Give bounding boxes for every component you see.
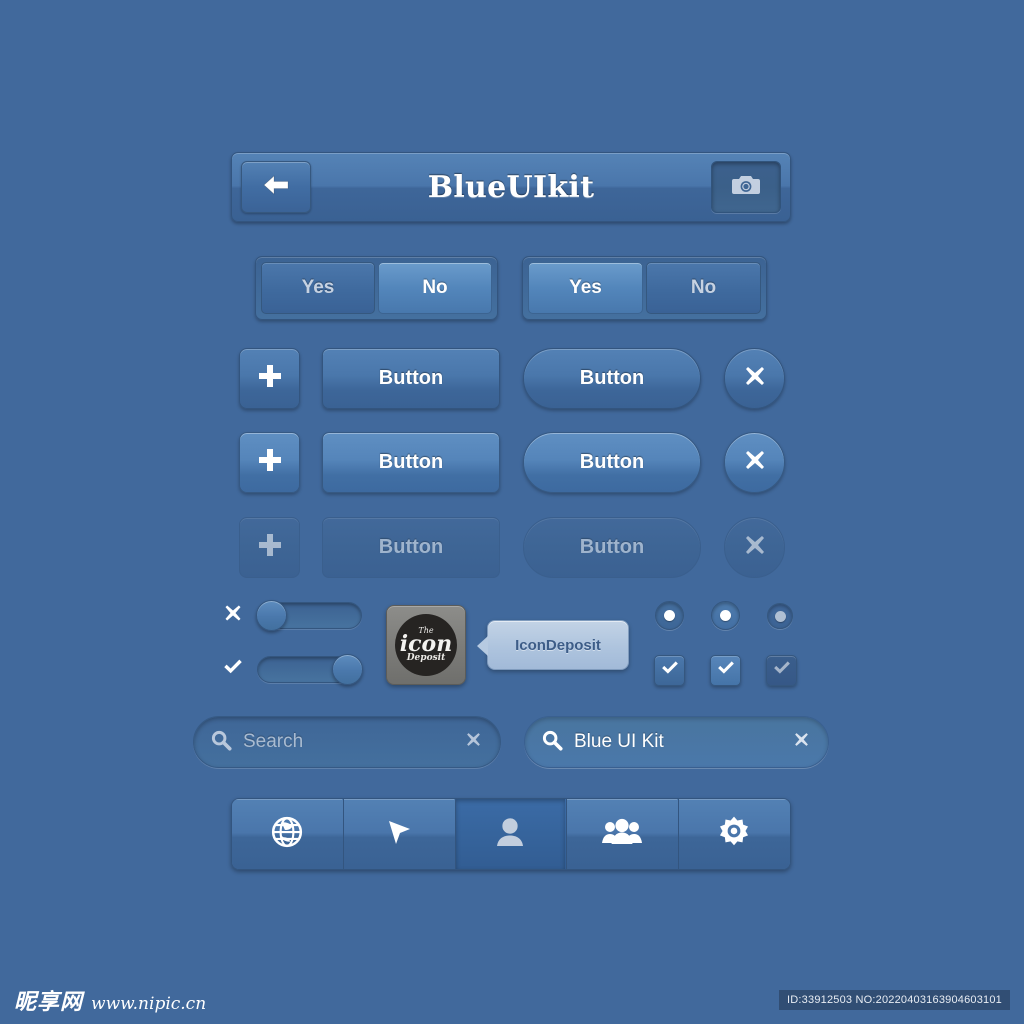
- pill-button: Button: [523, 517, 701, 578]
- checkbox-normal[interactable]: [654, 655, 685, 686]
- camera-icon: [731, 173, 761, 202]
- radio-dot-icon: [774, 610, 786, 622]
- button-row-hover: Button Button: [0, 432, 1024, 494]
- segment-no[interactable]: No: [378, 262, 492, 314]
- close-button: [724, 517, 785, 578]
- radio-dot-icon: [720, 610, 731, 621]
- check-icon: [716, 659, 736, 682]
- cross-icon: [222, 603, 244, 628]
- icondeposit-logo: The icon Deposit: [386, 605, 466, 685]
- close-button[interactable]: [724, 348, 785, 409]
- watermark-id: ID:33912503 NO:20220403163904603101: [779, 990, 1010, 1010]
- watermark-brand: 昵享网 www.nipic.cn: [14, 984, 206, 1016]
- toggle-off-row: [222, 600, 362, 631]
- rect-button[interactable]: Button: [322, 348, 500, 409]
- search-value: Blue UI Kit: [574, 731, 664, 752]
- back-button[interactable]: [241, 161, 311, 213]
- tooltip-label: IconDeposit: [515, 636, 601, 654]
- toggle-knob[interactable]: [332, 654, 363, 685]
- radio-button-disabled: [767, 603, 793, 629]
- tooltip-bubble: IconDeposit: [477, 620, 629, 670]
- segmented-control-right: Yes No: [522, 256, 767, 320]
- pill-button[interactable]: Button: [523, 348, 701, 409]
- plus-icon: [257, 532, 283, 563]
- tab-group[interactable]: [566, 799, 679, 869]
- button-row-disabled: Button Button: [0, 517, 1024, 579]
- page-title: BlueUIkit: [427, 169, 595, 205]
- segment-yes[interactable]: Yes: [261, 262, 375, 314]
- logo-disc: The icon Deposit: [395, 614, 457, 676]
- title-bar: BlueUIkit: [231, 152, 791, 222]
- watermark-url: www.nipic.cn: [91, 994, 207, 1014]
- pill-button[interactable]: Button: [523, 432, 701, 493]
- group-icon: [602, 817, 643, 852]
- plus-icon: [257, 447, 283, 478]
- toggle-switch-on[interactable]: [257, 654, 363, 685]
- check-icon: [772, 659, 792, 682]
- check-icon: [660, 659, 680, 682]
- tab-settings[interactable]: [678, 799, 790, 869]
- toggle-on-row: [222, 654, 363, 685]
- radio-button-hover[interactable]: [711, 601, 740, 630]
- plus-icon: [257, 363, 283, 394]
- add-button[interactable]: [239, 348, 300, 409]
- close-icon: [743, 448, 767, 477]
- rect-button: Button: [322, 517, 500, 578]
- clear-icon[interactable]: [465, 731, 482, 753]
- search-field-filled[interactable]: Blue UI Kit: [524, 716, 829, 768]
- search-placeholder: Search: [243, 731, 304, 752]
- watermark-bar: 昵享网 www.nipic.cn ID:33912503 NO:20220403…: [0, 976, 1024, 1024]
- cursor-icon: [383, 816, 415, 853]
- radio-dot-icon: [664, 610, 675, 621]
- close-button[interactable]: [724, 432, 785, 493]
- rect-button[interactable]: Button: [322, 432, 500, 493]
- camera-button[interactable]: [711, 161, 781, 213]
- search-field-empty[interactable]: Search: [193, 716, 501, 768]
- add-button[interactable]: [239, 432, 300, 493]
- checkbox-disabled: [766, 655, 797, 686]
- gear-icon: [717, 815, 751, 854]
- search-icon: [541, 729, 563, 756]
- check-icon: [222, 657, 244, 682]
- ui-kit-canvas: BlueUIkit Yes No Yes No Button Button Bu…: [0, 0, 1024, 1024]
- clear-icon[interactable]: [793, 731, 810, 753]
- tab-person[interactable]: [454, 799, 567, 869]
- close-icon: [743, 533, 767, 562]
- close-icon: [743, 364, 767, 393]
- search-icon: [210, 729, 232, 756]
- radio-button-normal[interactable]: [655, 601, 684, 630]
- button-row-normal: Button Button: [0, 348, 1024, 410]
- logo-deposit-text: Deposit: [406, 653, 446, 664]
- globe-icon: [270, 815, 304, 854]
- add-button: [239, 517, 300, 578]
- toggle-knob[interactable]: [256, 600, 287, 631]
- watermark-site-name: 昵享网: [14, 990, 84, 1015]
- segmented-control-left: Yes No: [255, 256, 498, 320]
- segment-no[interactable]: No: [646, 262, 761, 314]
- tab-bar: [231, 798, 791, 870]
- person-icon: [495, 816, 525, 853]
- tab-cursor[interactable]: [342, 799, 455, 869]
- logo-icon-text: icon: [399, 630, 453, 657]
- toggle-switch-off[interactable]: [256, 600, 362, 631]
- checkbox-hover[interactable]: [710, 655, 741, 686]
- back-arrow-icon: [261, 173, 291, 202]
- segment-yes[interactable]: Yes: [528, 262, 643, 314]
- tab-globe[interactable]: [232, 799, 343, 869]
